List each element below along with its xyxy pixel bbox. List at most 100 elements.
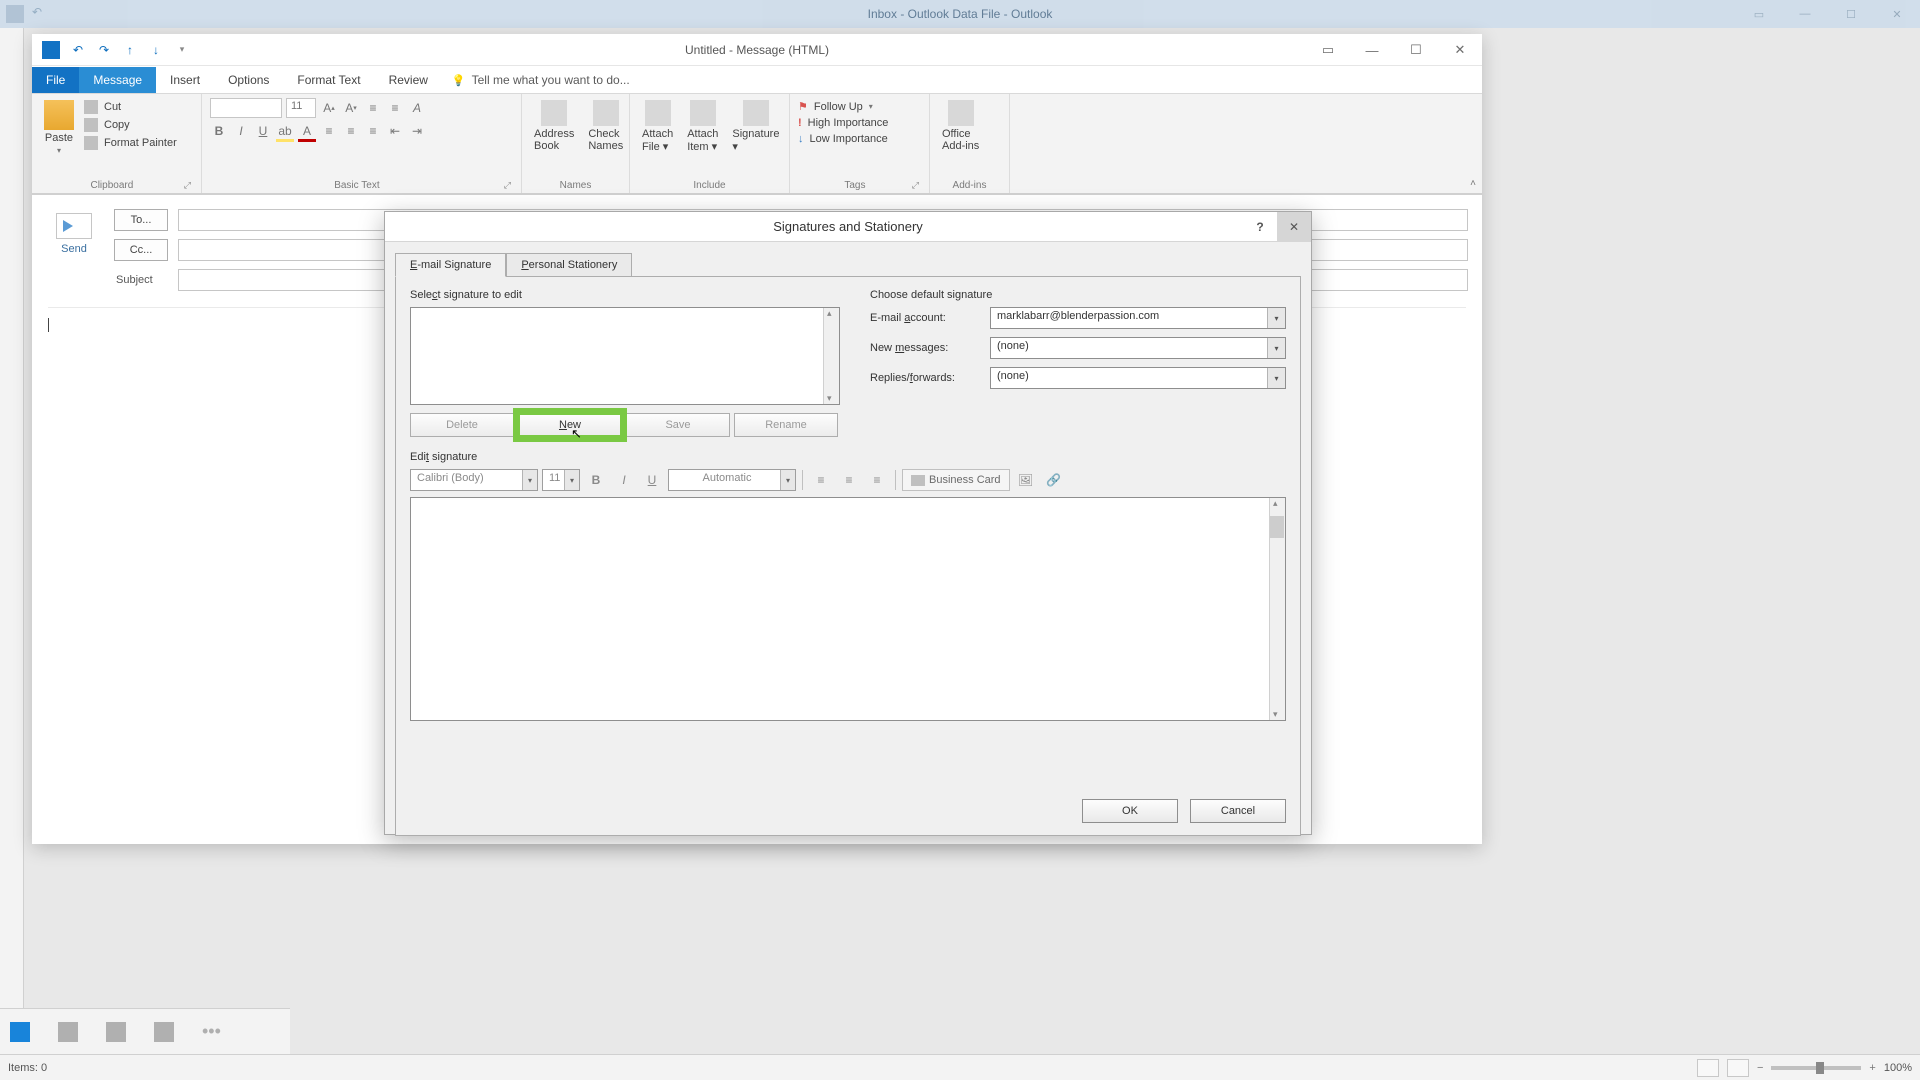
tab-format-text[interactable]: Format Text bbox=[283, 67, 374, 93]
tasks-nav-icon[interactable] bbox=[154, 1022, 174, 1042]
sig-align-left-icon[interactable]: ≡ bbox=[809, 469, 833, 491]
dialog-help-button[interactable]: ? bbox=[1243, 212, 1277, 242]
main-maximize-button[interactable]: ☐ bbox=[1828, 0, 1874, 28]
font-color-icon[interactable]: A bbox=[298, 122, 316, 140]
delete-button[interactable]: Delete bbox=[410, 413, 514, 437]
bold-button[interactable]: B bbox=[210, 122, 228, 140]
align-left-icon[interactable]: ≡ bbox=[320, 122, 338, 140]
business-card-button[interactable]: Business Card bbox=[902, 469, 1010, 491]
people-nav-icon[interactable] bbox=[106, 1022, 126, 1042]
rename-button[interactable]: Rename bbox=[734, 413, 838, 437]
basictext-launcher-icon[interactable]: ⤢ bbox=[504, 180, 513, 191]
tab-email-signature[interactable]: E-mail Signature bbox=[395, 253, 506, 277]
email-account-dropdown[interactable]: marklabarr@blenderpassion.com▾ bbox=[990, 307, 1286, 329]
calendar-nav-icon[interactable] bbox=[58, 1022, 78, 1042]
sig-font-dropdown[interactable]: Calibri (Body)▾ bbox=[410, 469, 538, 491]
highlight-icon[interactable]: ab bbox=[276, 122, 294, 140]
next-item-icon[interactable]: ↓ bbox=[148, 42, 164, 58]
signature-list[interactable] bbox=[410, 307, 840, 405]
font-family-dropdown[interactable] bbox=[210, 98, 282, 118]
tab-message[interactable]: Message bbox=[79, 67, 156, 93]
signature-button[interactable]: Signature▾ bbox=[728, 98, 783, 155]
align-right-icon[interactable]: ≡ bbox=[364, 122, 382, 140]
save-icon[interactable] bbox=[42, 41, 60, 59]
zoom-level: 100% bbox=[1884, 1062, 1912, 1074]
sig-align-right-icon[interactable]: ≡ bbox=[865, 469, 889, 491]
tab-insert[interactable]: Insert bbox=[156, 67, 214, 93]
attach-item-button[interactable]: AttachItem ▾ bbox=[683, 98, 722, 155]
underline-button[interactable]: U bbox=[254, 122, 272, 140]
to-button[interactable]: To... bbox=[114, 209, 168, 231]
bullets-icon[interactable]: ≡ bbox=[364, 99, 382, 117]
undo-icon[interactable]: ↶ bbox=[70, 42, 86, 58]
msg-maximize-button[interactable]: ☐ bbox=[1394, 34, 1438, 66]
increase-indent-icon[interactable]: ⇥ bbox=[408, 122, 426, 140]
tab-personal-stationery[interactable]: Personal Stationery bbox=[506, 253, 632, 277]
ribbon-display-options-icon[interactable]: ▭ bbox=[1306, 34, 1350, 66]
ok-button[interactable]: OK bbox=[1082, 799, 1178, 823]
sig-bold-button[interactable]: B bbox=[584, 469, 608, 491]
view-normal-button[interactable] bbox=[1697, 1059, 1719, 1077]
zoom-slider[interactable] bbox=[1771, 1066, 1861, 1070]
mail-nav-icon[interactable] bbox=[10, 1022, 30, 1042]
low-importance-button[interactable]: ↓Low Importance bbox=[798, 131, 921, 147]
more-nav-icon[interactable]: ••• bbox=[202, 1022, 222, 1042]
zoom-out-button[interactable]: − bbox=[1757, 1062, 1763, 1074]
cancel-button[interactable]: Cancel bbox=[1190, 799, 1286, 823]
insert-hyperlink-icon[interactable]: 🔗 bbox=[1042, 469, 1066, 491]
paste-button[interactable]: Paste ▾ bbox=[40, 98, 78, 157]
siglist-scrollbar[interactable] bbox=[823, 308, 839, 404]
main-close-button[interactable]: ✕ bbox=[1874, 0, 1920, 28]
high-importance-button[interactable]: !High Importance bbox=[798, 115, 921, 131]
save-sig-button[interactable]: Save bbox=[626, 413, 730, 437]
copy-button[interactable]: Copy bbox=[84, 116, 177, 134]
clear-formatting-icon[interactable]: A bbox=[408, 99, 426, 117]
dialog-close-button[interactable]: ✕ bbox=[1277, 212, 1311, 242]
decrease-indent-icon[interactable]: ⇤ bbox=[386, 122, 404, 140]
sig-size-dropdown[interactable]: 11▾ bbox=[542, 469, 580, 491]
italic-button[interactable]: I bbox=[232, 122, 250, 140]
cut-button[interactable]: Cut bbox=[84, 98, 177, 116]
clipboard-launcher-icon[interactable]: ⤢ bbox=[184, 180, 193, 191]
grow-font-icon[interactable]: A▴ bbox=[320, 99, 338, 117]
new-button[interactable]: New↖ bbox=[518, 413, 622, 437]
insert-picture-icon[interactable]: 🖼 bbox=[1014, 469, 1038, 491]
collapse-ribbon-icon[interactable]: ˄ bbox=[1470, 178, 1476, 189]
sig-underline-button[interactable]: U bbox=[640, 469, 664, 491]
new-messages-dropdown[interactable]: (none)▾ bbox=[990, 337, 1286, 359]
check-names-button[interactable]: CheckNames bbox=[584, 98, 627, 154]
align-center-icon[interactable]: ≡ bbox=[342, 122, 360, 140]
font-size-dropdown[interactable]: 11 bbox=[286, 98, 316, 118]
msg-minimize-button[interactable]: — bbox=[1350, 34, 1394, 66]
sig-align-center-icon[interactable]: ≡ bbox=[837, 469, 861, 491]
address-book-button[interactable]: AddressBook bbox=[530, 98, 578, 154]
zoom-in-button[interactable]: + bbox=[1869, 1062, 1875, 1074]
tell-me-search[interactable]: Tell me what you want to do... bbox=[442, 67, 640, 93]
qat-customize-icon[interactable]: ▾ bbox=[174, 42, 190, 58]
tab-file[interactable]: File bbox=[32, 67, 79, 93]
attach-file-button[interactable]: AttachFile ▾ bbox=[638, 98, 677, 155]
office-addins-button[interactable]: OfficeAdd-ins bbox=[938, 98, 983, 154]
replies-forwards-dropdown[interactable]: (none)▾ bbox=[990, 367, 1286, 389]
main-ribbon-options-icon[interactable]: ▭ bbox=[1736, 0, 1782, 28]
tab-options[interactable]: Options bbox=[214, 67, 283, 93]
tags-launcher-icon[interactable]: ⤢ bbox=[912, 180, 921, 191]
format-painter-button[interactable]: Format Painter bbox=[84, 134, 177, 152]
signature-editor[interactable] bbox=[410, 497, 1286, 721]
follow-up-button[interactable]: ⚑Follow Up▾ bbox=[798, 98, 921, 115]
main-minimize-button[interactable]: — bbox=[1782, 0, 1828, 28]
paste-icon bbox=[44, 100, 74, 130]
sig-color-dropdown[interactable]: Automatic▾ bbox=[668, 469, 796, 491]
prev-item-icon[interactable]: ↑ bbox=[122, 42, 138, 58]
shrink-font-icon[interactable]: A▾ bbox=[342, 99, 360, 117]
redo-icon[interactable]: ↷ bbox=[96, 42, 112, 58]
scrollbar-thumb[interactable] bbox=[1270, 516, 1284, 538]
numbering-icon[interactable]: ≡ bbox=[386, 99, 404, 117]
folder-pane-collapsed[interactable] bbox=[0, 28, 24, 1054]
tab-review[interactable]: Review bbox=[375, 67, 442, 93]
sig-italic-button[interactable]: I bbox=[612, 469, 636, 491]
cc-button[interactable]: Cc... bbox=[114, 239, 168, 261]
send-button[interactable]: Send bbox=[46, 209, 102, 291]
view-reading-button[interactable] bbox=[1727, 1059, 1749, 1077]
msg-close-button[interactable]: ✕ bbox=[1438, 34, 1482, 66]
